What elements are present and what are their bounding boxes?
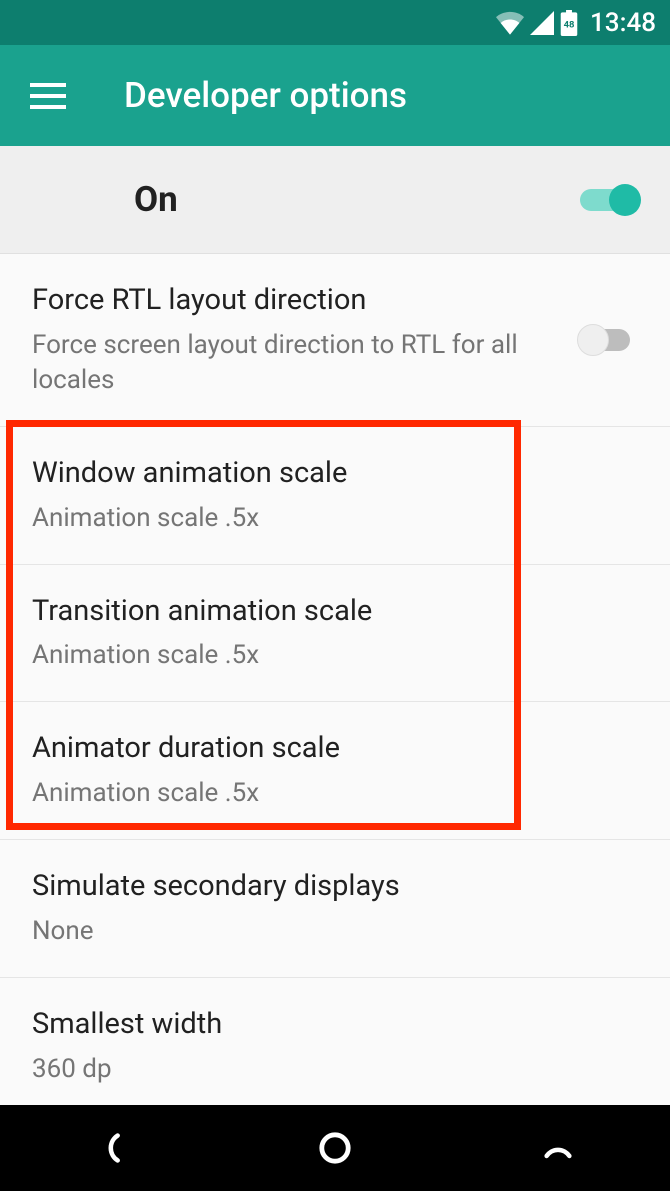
setting-simulate-secondary-displays[interactable]: Simulate secondary displays None <box>0 840 670 978</box>
setting-subtitle: 360 dp <box>32 1052 618 1087</box>
setting-force-rtl[interactable]: Force RTL layout direction Force screen … <box>0 254 670 427</box>
setting-title: Force RTL layout direction <box>32 282 560 320</box>
master-toggle-row[interactable]: On <box>0 146 670 254</box>
setting-title: Simulate secondary displays <box>32 868 618 906</box>
setting-transition-animation-scale[interactable]: Transition animation scale Animation sca… <box>0 565 670 703</box>
setting-animator-duration-scale[interactable]: Animator duration scale Animation scale … <box>0 702 670 840</box>
setting-subtitle: None <box>32 914 618 949</box>
setting-title: Window animation scale <box>32 455 618 493</box>
settings-list: Force RTL layout direction Force screen … <box>0 254 670 1115</box>
signal-icon <box>530 11 554 35</box>
battery-icon: 48 <box>560 10 578 36</box>
master-toggle-label: On <box>134 179 178 220</box>
home-button[interactable] <box>275 1123 395 1173</box>
wifi-icon <box>496 11 524 35</box>
force-rtl-switch[interactable] <box>580 322 638 358</box>
status-icons: 48 13:48 <box>496 8 656 38</box>
page-title: Developer options <box>124 75 407 116</box>
setting-subtitle: Animation scale .5x <box>32 776 618 811</box>
setting-smallest-width[interactable]: Smallest width 360 dp <box>0 978 670 1115</box>
status-bar: 48 13:48 <box>0 0 670 45</box>
setting-subtitle: Animation scale .5x <box>32 638 618 673</box>
recents-button[interactable] <box>498 1123 618 1173</box>
setting-title: Smallest width <box>32 1006 618 1044</box>
setting-title: Transition animation scale <box>32 593 618 631</box>
menu-button[interactable] <box>30 75 72 117</box>
master-toggle-switch[interactable] <box>580 182 638 218</box>
back-button[interactable] <box>52 1123 172 1173</box>
status-time: 13:48 <box>590 8 656 38</box>
setting-window-animation-scale[interactable]: Window animation scale Animation scale .… <box>0 427 670 565</box>
setting-subtitle: Force screen layout direction to RTL for… <box>32 328 560 398</box>
setting-title: Animator duration scale <box>32 730 618 768</box>
setting-subtitle: Animation scale .5x <box>32 501 618 536</box>
navigation-bar <box>0 1105 670 1191</box>
svg-text:48: 48 <box>564 19 575 30</box>
app-bar: Developer options <box>0 45 670 146</box>
